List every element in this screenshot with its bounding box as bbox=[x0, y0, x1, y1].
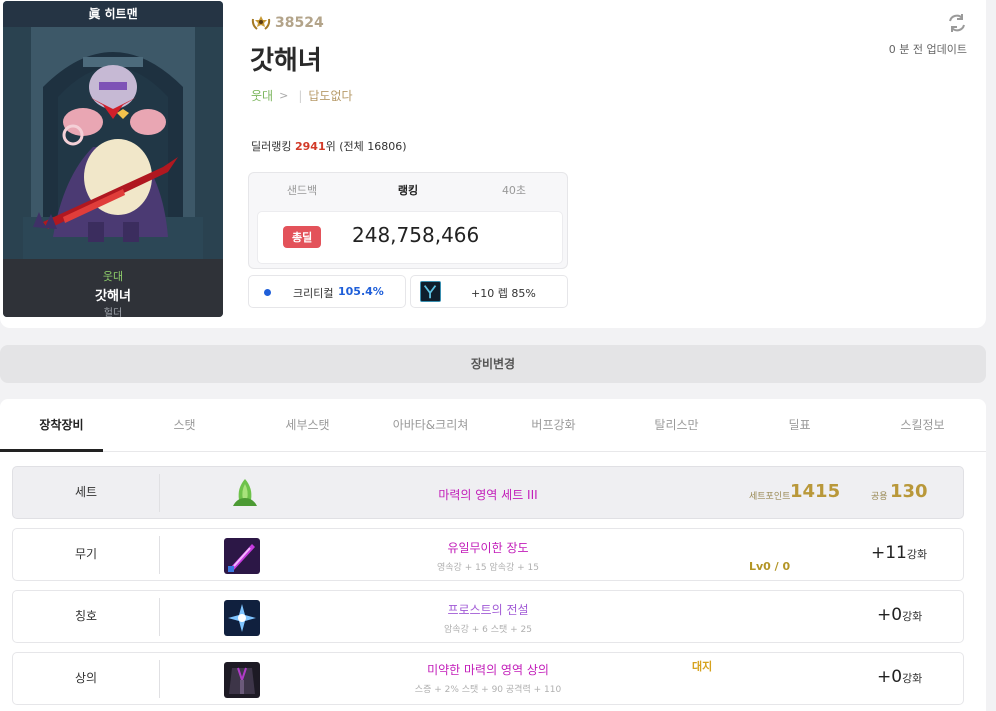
reinforce-value: +0 bbox=[877, 667, 903, 687]
tab-skill-info[interactable]: 스킬정보 bbox=[861, 399, 984, 451]
fame-value: 38524 bbox=[275, 15, 324, 31]
laurel-crest-icon bbox=[251, 16, 271, 30]
equipment-panel: 장착장비 스탯 세부스탯 아바타&크리쳐 버프강화 탈리스만 딜표 스킬정보 세… bbox=[0, 399, 986, 711]
character-name: 갓해녀 bbox=[250, 46, 322, 76]
set-point-label: 세트포인트 bbox=[749, 492, 791, 502]
slot-label: 무기 bbox=[74, 547, 98, 561]
reinforce-level: +0강화 bbox=[877, 605, 922, 625]
portrait-adventure-name: 웃대 bbox=[102, 270, 124, 283]
critical-value: 105.4% bbox=[338, 285, 384, 298]
total-damage-value: 248,758,466 bbox=[352, 223, 480, 247]
item-name[interactable]: 미약한 마력의 영역 상의 bbox=[263, 661, 713, 678]
guild-link[interactable]: 답도없다 bbox=[308, 87, 352, 104]
equipment-row-top[interactable]: 상의 대지 미약한 마력의 영역 상의 스증 + 2% 스탯 + 90 공격력 … bbox=[12, 652, 964, 705]
critical-label: 크리티컬 bbox=[293, 287, 334, 300]
item-options: 암속강 + 6 스탯 + 25 bbox=[444, 625, 532, 635]
divider bbox=[159, 660, 160, 698]
profile-card: 眞 히트맨 웃대 갓해녀 헐더 38524 갓해녀 웃대 > | 답도없다 딜러… bbox=[0, 0, 986, 328]
weapon-level-text: +10 렙 85% bbox=[471, 287, 536, 300]
weapon-upgrade-level: Lv0 / 0 bbox=[749, 560, 791, 573]
portrait-job-name: 헐더 bbox=[103, 308, 123, 317]
tab-stats[interactable]: 스탯 bbox=[123, 399, 246, 451]
tab-damage-table[interactable]: 딜표 bbox=[738, 399, 861, 451]
tab-buff-enhance[interactable]: 버프강화 bbox=[492, 399, 615, 451]
tab-ranking[interactable]: 랭킹 bbox=[355, 173, 461, 209]
slot-label: 상의 bbox=[74, 671, 98, 685]
common-label: 공용 bbox=[871, 492, 888, 502]
divider bbox=[159, 536, 160, 574]
reinforce-value: +11 bbox=[871, 543, 907, 563]
item-name[interactable]: 프로스트의 전설 bbox=[263, 601, 713, 618]
critical-box: 크리티컬 105.4% bbox=[248, 275, 406, 308]
reinforce-value: +0 bbox=[877, 605, 903, 625]
item-options: 영속강 + 15 암속강 + 15 bbox=[437, 563, 539, 573]
dealer-ranking-value: 2941 bbox=[294, 140, 326, 153]
character-portrait: 眞 히트맨 웃대 갓해녀 헐더 bbox=[3, 1, 223, 317]
tab-equipped[interactable]: 장착장비 bbox=[0, 399, 123, 452]
weapon-thumbnail-icon bbox=[420, 281, 441, 302]
dark-robe-icon bbox=[224, 662, 260, 698]
item-options: 스증 + 2% 스탯 + 90 공격력 + 110 bbox=[414, 685, 562, 695]
divider bbox=[159, 474, 160, 512]
equipment-row-weapon[interactable]: 무기 유일무이한 장도 영속강 + 15 암속강 + 15 Lv0 / 0 +1… bbox=[12, 528, 964, 581]
character-illustration bbox=[3, 27, 223, 259]
chevron-right-icon: > bbox=[279, 89, 289, 102]
green-leaf-set-icon bbox=[233, 479, 257, 506]
equipment-row-title[interactable]: 칭호 프로스트의 전설 암속강 + 6 스탯 + 25 +0강화 bbox=[12, 590, 964, 643]
set-name[interactable]: 마력의 영역 세트 III bbox=[263, 486, 713, 503]
portrait-job-badge: 眞 히트맨 bbox=[3, 1, 223, 27]
adventure-link[interactable]: 웃대 bbox=[251, 87, 273, 104]
total-damage-panel: 총딜 248,758,466 bbox=[257, 211, 563, 264]
tab-avatar-creature[interactable]: 아바타&크리쳐 bbox=[369, 399, 492, 451]
tab-sandbag[interactable]: 샌드백 bbox=[249, 173, 355, 209]
equipment-row-set[interactable]: 세트 마력의 영역 세트 III 세트포인트 1415 공용 130 bbox=[12, 466, 964, 519]
dealer-ranking-suffix: 위 (전체 16806) bbox=[325, 140, 407, 153]
refresh-icon[interactable] bbox=[946, 12, 968, 34]
slot-label: 세트 bbox=[74, 485, 98, 499]
purple-blade-icon bbox=[224, 538, 260, 574]
reinforce-suffix: 강화 bbox=[906, 548, 928, 561]
portrait-character-name: 갓해녀 bbox=[95, 289, 131, 304]
gear-change-button[interactable]: 장비변경 bbox=[0, 345, 986, 383]
portrait-footer: 웃대 갓해녀 헐더 bbox=[3, 259, 223, 317]
damage-tabs: 샌드백 랭킹 40초 bbox=[249, 173, 567, 209]
adventure-guild-row: 웃대 > | 답도없다 bbox=[251, 87, 353, 104]
slot-label: 칭호 bbox=[74, 609, 98, 623]
tab-40sec[interactable]: 40초 bbox=[461, 173, 567, 209]
damage-stats-box: 샌드백 랭킹 40초 총딜 248,758,466 bbox=[248, 172, 568, 269]
tab-detail-stats[interactable]: 세부스탯 bbox=[246, 399, 369, 451]
last-update-text: 0 분 전 업데이트 bbox=[888, 43, 967, 56]
weapon-level-box: +10 렙 85% bbox=[410, 275, 568, 308]
main-tabs: 장착장비 스탯 세부스탯 아바타&크리쳐 버프강화 탈리스만 딜표 스킬정보 bbox=[0, 399, 986, 452]
tab-talisman[interactable]: 탈리스만 bbox=[615, 399, 738, 451]
dealer-ranking-label: 딜러랭킹 bbox=[251, 140, 292, 153]
reinforce-suffix: 강화 bbox=[902, 672, 923, 685]
common-value: 130 bbox=[890, 481, 928, 502]
item-name[interactable]: 유일무이한 장도 bbox=[263, 539, 713, 556]
ice-crystal-icon bbox=[224, 600, 260, 636]
divider: | bbox=[298, 88, 303, 103]
divider bbox=[159, 598, 160, 636]
dealer-ranking: 딜러랭킹 2941위 (전체 16806) bbox=[251, 138, 407, 154]
reinforce-level: +11강화 bbox=[871, 543, 927, 563]
total-damage-badge: 총딜 bbox=[283, 226, 322, 248]
portrait-job-label: 眞 히트맨 bbox=[88, 7, 138, 21]
reinforce-level: +0강화 bbox=[877, 667, 922, 687]
reinforce-suffix: 강화 bbox=[902, 610, 923, 623]
fame-indicator: 38524 bbox=[251, 14, 324, 32]
blue-dot-icon bbox=[264, 289, 271, 296]
set-point-value: 1415 bbox=[790, 481, 841, 502]
